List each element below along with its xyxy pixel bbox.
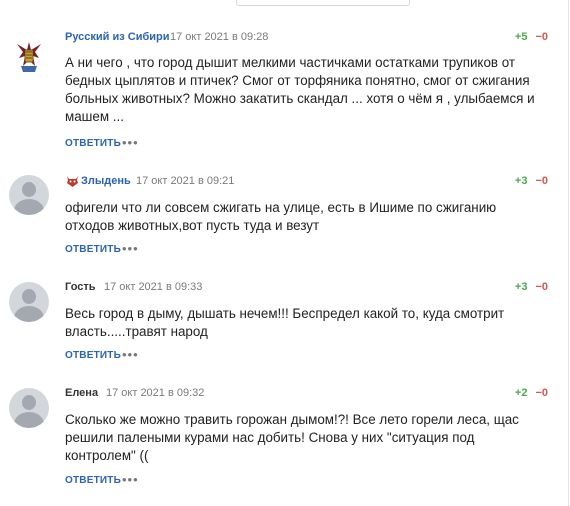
comment-author: Гость: [65, 281, 96, 293]
more-options-icon[interactable]: •••: [122, 242, 139, 255]
comment-date: 17 окт 2021 в 09:32: [106, 387, 205, 399]
comment-date: 17 окт 2021 в 09:21: [136, 175, 235, 187]
comment-text: Весь город в дыму, дышать нечем!!! Беспр…: [65, 305, 535, 341]
downvote-count[interactable]: −0: [535, 31, 548, 43]
comment-text-line: власть.....травят народ: [65, 324, 208, 339]
comment-text: Сколько же можно травить горожан дымом!?…: [65, 411, 535, 465]
comment-votes: +3 −0: [515, 175, 548, 187]
comment-text: офигели что ли совсем сжигать на улице, …: [65, 199, 535, 235]
user-silhouette-icon[interactable]: [9, 282, 49, 322]
reply-button[interactable]: ОТВЕТИТЬ: [65, 350, 121, 361]
comment-text-line: офигели что ли совсем сжигать на улице, …: [65, 200, 497, 215]
comment-text-line: больных животных? Можно закатить скандал…: [65, 91, 535, 106]
comment-votes: +2 −0: [515, 387, 548, 399]
user-silhouette-icon[interactable]: [9, 388, 49, 428]
comment-date: 17 окт 2021 в 09:33: [104, 281, 203, 293]
upvote-count[interactable]: +3: [515, 175, 528, 187]
comment-author: Елена: [65, 387, 99, 399]
comment-text: А ни чего , что город дышит мелкими част…: [65, 54, 535, 126]
downvote-count[interactable]: −0: [535, 281, 548, 293]
downvote-count[interactable]: −0: [535, 175, 548, 187]
comment-text-line: бедных цыплятов и птичек? Смог от торфян…: [65, 73, 530, 88]
comment-text-line: машем ...: [65, 109, 124, 124]
comment-votes: +3 −0: [515, 281, 548, 293]
more-options-icon[interactable]: •••: [122, 473, 139, 486]
upvote-count[interactable]: +2: [515, 387, 528, 399]
comment-date: 17 окт 2021 в 09:28: [170, 31, 269, 43]
user-silhouette-icon[interactable]: [9, 175, 49, 215]
comment-text-line: решили палеными курами нас добить! Снова…: [65, 430, 475, 445]
comment-author[interactable]: Русский из Сибири: [65, 31, 170, 43]
more-options-icon[interactable]: •••: [122, 136, 139, 149]
devil-face-icon: [67, 176, 78, 187]
coat-of-arms-icon[interactable]: [9, 36, 49, 76]
reply-button[interactable]: ОТВЕТИТЬ: [65, 138, 121, 149]
upvote-count[interactable]: +3: [515, 281, 528, 293]
comment-text-line: отходов животных,вот пусть туда и везут: [65, 218, 320, 233]
comment-votes: +5 −0: [515, 31, 548, 43]
more-options-icon[interactable]: •••: [122, 348, 139, 361]
upvote-count[interactable]: +5: [515, 31, 528, 43]
comment-text-line: контролем" ((: [65, 448, 149, 463]
downvote-count[interactable]: −0: [535, 387, 548, 399]
reply-button[interactable]: ОТВЕТИТЬ: [65, 475, 121, 486]
right-divider: [568, 0, 569, 506]
top-search-box[interactable]: [236, 0, 410, 6]
comment-author[interactable]: Злыдень: [81, 175, 131, 187]
comment-text-line: Весь город в дыму, дышать нечем!!! Беспр…: [65, 306, 505, 321]
comment-text-line: А ни чего , что город дышит мелкими част…: [65, 55, 516, 70]
comment-text-line: Сколько же можно травить горожан дымом!?…: [65, 412, 519, 427]
reply-button[interactable]: ОТВЕТИТЬ: [65, 244, 121, 255]
